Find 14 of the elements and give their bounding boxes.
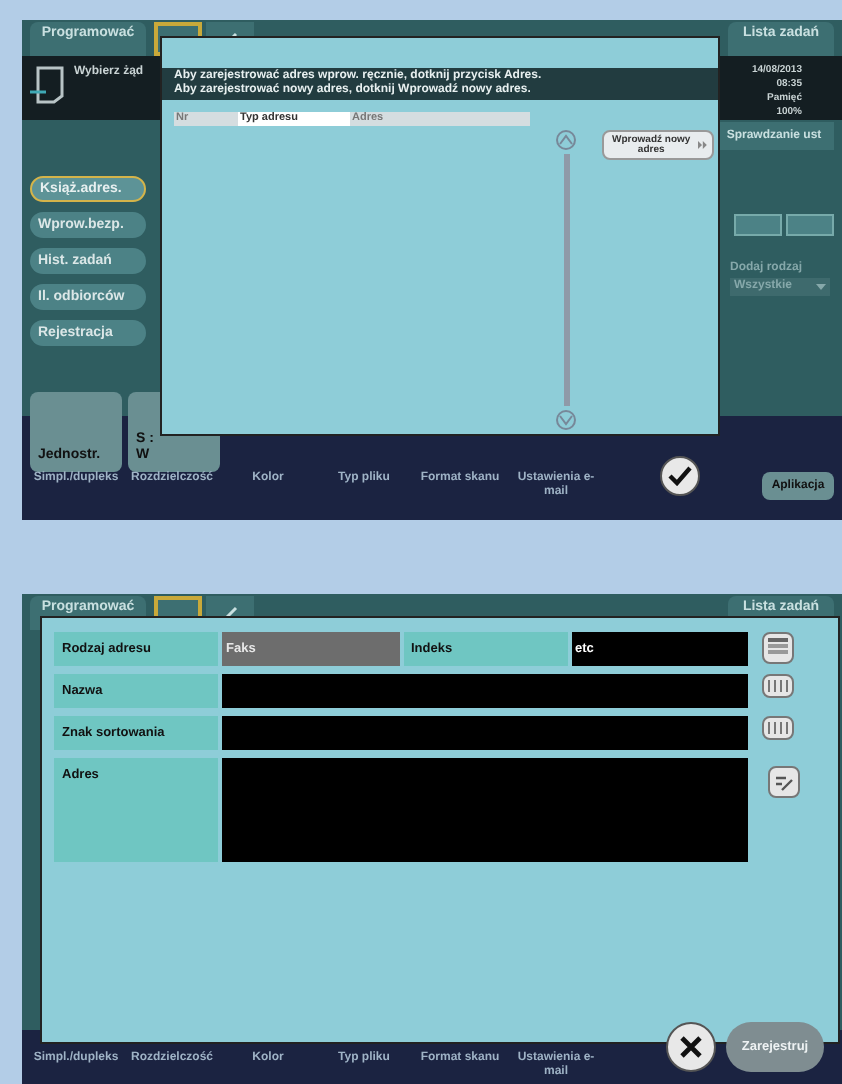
caret-icon bbox=[816, 284, 826, 290]
checkmark-icon bbox=[668, 466, 692, 486]
input-field[interactable] bbox=[222, 716, 748, 750]
edit-icon[interactable] bbox=[768, 766, 800, 798]
list-icon[interactable] bbox=[762, 632, 794, 664]
document-icon bbox=[30, 64, 66, 104]
keyboard-icon[interactable] bbox=[762, 716, 794, 740]
double-chevron-icon bbox=[698, 140, 708, 150]
close-icon bbox=[680, 1036, 702, 1058]
input-field[interactable] bbox=[222, 674, 748, 708]
keyboard-icon[interactable] bbox=[762, 674, 794, 698]
input-field[interactable] bbox=[222, 758, 748, 862]
scroll-up-icon[interactable] bbox=[556, 130, 576, 150]
scroll-down-icon[interactable] bbox=[556, 410, 576, 430]
